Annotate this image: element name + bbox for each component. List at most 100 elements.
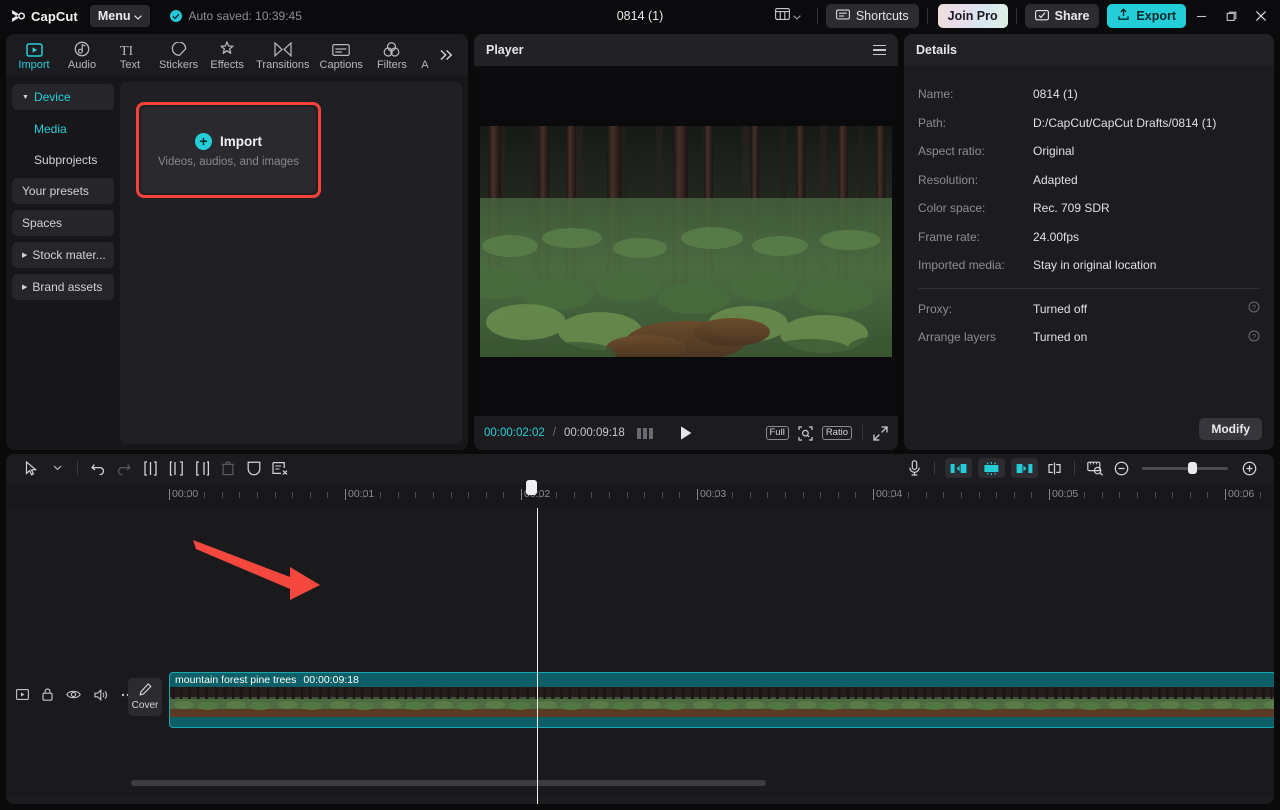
playhead[interactable] — [537, 508, 538, 804]
sidebar-item-brand-assets[interactable]: ▶ Brand assets — [12, 274, 114, 300]
sidebar-item-device[interactable]: ▼ Device — [12, 84, 114, 110]
caret-down-icon: ▼ — [22, 94, 29, 101]
auto-cut-right-button[interactable] — [1011, 458, 1038, 478]
svg-text:?: ? — [1252, 332, 1256, 341]
tab-label: Stickers — [159, 59, 198, 71]
hamburger-icon[interactable] — [873, 45, 886, 56]
sidebar-item-subprojects[interactable]: Subprojects — [12, 147, 114, 173]
ruler-minor-tick — [187, 492, 188, 498]
thumbnail-icon[interactable] — [16, 689, 29, 700]
help-icon[interactable]: ? — [1248, 301, 1260, 316]
import-dropzone[interactable]: + Import Videos, audios, and images — [141, 107, 316, 193]
undo-tool[interactable] — [85, 455, 111, 481]
zoom-timeline-button[interactable] — [1082, 455, 1108, 481]
minimize-button[interactable] — [1186, 0, 1216, 32]
details-header: Details — [904, 34, 1274, 66]
tab-label: Effects — [210, 59, 243, 71]
join-pro-button[interactable]: Join Pro — [938, 4, 1008, 28]
ruler-minor-tick — [1207, 492, 1208, 498]
ruler-minor-tick — [310, 492, 311, 498]
split-tool[interactable] — [137, 455, 163, 481]
layout-button[interactable] — [767, 7, 809, 25]
clip-thumbnails — [170, 687, 1274, 717]
sidebar-item-your-presets[interactable]: Your presets — [12, 178, 114, 204]
ruler-minor-tick — [785, 492, 786, 498]
divider — [817, 8, 818, 24]
play-button[interactable] — [679, 425, 693, 441]
detail-key: Frame rate: — [918, 230, 1033, 244]
share-button[interactable]: Share — [1025, 4, 1100, 28]
tab-transitions[interactable]: Transitions — [251, 34, 314, 76]
tab-captions[interactable]: Captions — [315, 34, 368, 76]
zoom-slider-handle[interactable] — [1188, 462, 1197, 474]
menu-button[interactable]: Menu — [90, 5, 151, 27]
filmstrip-icon[interactable] — [637, 428, 653, 439]
tab-adjustment[interactable]: A — [416, 34, 434, 76]
tab-text[interactable]: TI Text — [106, 34, 154, 76]
sidebar-item-spaces[interactable]: Spaces — [12, 210, 114, 236]
delete-tool[interactable] — [215, 455, 241, 481]
detail-value[interactable]: Turned on — [1033, 330, 1248, 344]
fullscreen-icon[interactable] — [873, 426, 888, 441]
chevron-down-icon — [793, 7, 801, 25]
playhead-handle[interactable] — [526, 480, 537, 495]
trim-left-tool[interactable] — [163, 455, 189, 481]
autosave-text: Auto saved: 10:39:45 — [188, 9, 301, 23]
forest-scene-image — [480, 126, 892, 357]
tab-audio[interactable]: Audio — [58, 34, 106, 76]
titlebar-actions: Shortcuts Join Pro Share — [767, 0, 1280, 32]
link-clips-button[interactable] — [1041, 455, 1067, 481]
timeline-ruler[interactable]: 00:00 00:01 00:02 00:03 00:04 00:05 00:0… — [6, 484, 1274, 508]
full-quality-button[interactable]: Full — [766, 426, 789, 441]
tab-filters[interactable]: Filters — [368, 34, 416, 76]
tab-import[interactable]: Import — [10, 34, 58, 76]
freeze-tool[interactable] — [241, 455, 267, 481]
ruler-minor-tick — [415, 492, 416, 498]
trim-right-tool[interactable] — [189, 455, 215, 481]
ruler-minor-tick — [222, 492, 223, 498]
zoom-fit-icon[interactable] — [798, 426, 813, 441]
eye-icon[interactable] — [66, 689, 81, 700]
zoom-out-button[interactable] — [1108, 455, 1134, 481]
select-dropdown[interactable] — [44, 455, 70, 481]
redo-tool[interactable] — [111, 455, 137, 481]
sidebar-item-media[interactable]: Media — [12, 116, 114, 142]
mirror-tool[interactable] — [267, 455, 293, 481]
close-button[interactable] — [1246, 0, 1276, 32]
zoom-in-button[interactable] — [1236, 455, 1262, 481]
ratio-button[interactable]: Ratio — [822, 426, 852, 441]
zoom-slider[interactable] — [1142, 467, 1228, 470]
select-tool[interactable] — [18, 455, 44, 481]
tab-effects[interactable]: Effects — [203, 34, 251, 76]
lock-icon[interactable] — [42, 688, 53, 701]
share-label: Share — [1055, 9, 1090, 23]
maximize-button[interactable] — [1216, 0, 1246, 32]
timeline-horizontal-scrollbar[interactable] — [131, 780, 766, 786]
auto-cut-left-button[interactable] — [945, 458, 972, 478]
record-voiceover-button[interactable] — [901, 455, 927, 481]
help-icon[interactable]: ? — [1248, 330, 1260, 345]
timeline-clip[interactable]: mountain forest pine trees 00:00:09:18 — [169, 672, 1274, 728]
speaker-icon[interactable] — [94, 689, 108, 701]
cover-label: Cover — [132, 700, 159, 711]
ruler-label: 00:01 — [348, 488, 374, 500]
ruler-major-tick — [345, 489, 346, 500]
tab-bar: Import Audio TI — [6, 34, 468, 76]
detail-key: Imported media: — [918, 258, 1033, 272]
sidebar-item-stock-materials[interactable]: ▶ Stock mater... — [12, 242, 114, 268]
export-button[interactable]: Export — [1107, 4, 1186, 28]
auto-cut-center-button[interactable] — [978, 458, 1005, 478]
modify-button[interactable]: Modify — [1199, 418, 1262, 440]
ruler-minor-tick — [662, 492, 663, 498]
shortcuts-button[interactable]: Shortcuts — [826, 4, 919, 28]
current-timecode[interactable]: 00:00:02:02 — [484, 427, 545, 439]
chevron-double-right-icon[interactable] — [434, 34, 460, 76]
ruler-minor-tick — [1243, 492, 1244, 498]
detail-value[interactable]: Turned off — [1033, 302, 1248, 316]
tab-label: Audio — [68, 59, 96, 71]
cover-button[interactable]: Cover — [128, 678, 162, 716]
ruler-minor-tick — [1155, 492, 1156, 498]
tab-stickers[interactable]: Stickers — [154, 34, 203, 76]
ruler-minor-tick — [750, 492, 751, 498]
video-preview[interactable] — [480, 126, 892, 357]
